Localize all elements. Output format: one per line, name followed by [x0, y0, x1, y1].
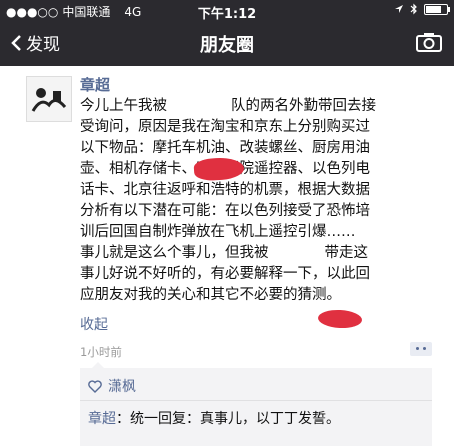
divider — [80, 400, 432, 401]
content-line: 话卡、北京往返呼和浩特的机票，根据大数据 — [80, 182, 370, 198]
battery-icon — [424, 3, 450, 15]
avatar[interactable] — [26, 76, 72, 122]
redaction-mark — [317, 308, 363, 330]
status-bar: ●●●○○ 中国联通 4G 下午1:12 — [0, 0, 454, 22]
location-icon — [395, 5, 403, 13]
camera-icon — [416, 33, 442, 52]
content-line: 事儿就是这么个事儿，但我被 带走这 — [80, 245, 368, 261]
page-title: 朋友圈 — [200, 35, 254, 56]
interaction-box: 潇枫 章超：统一回复：真事儿，以丁丁发誓。 — [80, 368, 432, 446]
avatar-image — [27, 77, 71, 121]
content-line: 受询问，原因是我在淘宝和京东上分别购买过 — [80, 119, 370, 135]
bluetooth-icon — [410, 3, 417, 15]
post-time: 1小时前 — [80, 345, 122, 359]
content-line: 以下物品：摩托车机油、改装螺丝、厨房用油 — [80, 140, 370, 156]
post-author[interactable]: 章超 — [80, 74, 110, 95]
content-line: 应朋友对我的关心和其它不必要的猜测。 — [80, 287, 341, 303]
post-content: 今儿上午我被 队的两名外勤带回去接 受询问，原因是我在淘宝和京东上分别购买过 以下… — [80, 96, 432, 306]
content-line: 今儿上午我被 队的两名外勤带回去接 — [80, 98, 376, 114]
comment-text: 统一回复：真事儿，以丁丁发誓。 — [130, 411, 340, 427]
camera-button[interactable] — [416, 32, 442, 56]
collapse-link[interactable]: 收起 — [80, 314, 108, 334]
content-line: 事儿好说不好听的，有必要解释一下，以此回 — [80, 266, 370, 282]
dot-icon — [423, 347, 426, 350]
dot-icon — [416, 347, 419, 350]
comment-author[interactable]: 章超 — [88, 411, 116, 427]
content-line: 壶、相机存储卡、家庭影院遥控器、以色列电 — [80, 159, 432, 180]
status-icons — [394, 3, 450, 15]
comment-separator: ： — [116, 411, 130, 427]
content-line: 分析有以下潜在可能：在以色列接受了恐怖培 — [80, 203, 370, 219]
like-names[interactable]: 潇枫 — [108, 376, 136, 396]
comment-item[interactable]: 章超：统一回复：真事儿，以丁丁发誓。 — [88, 408, 340, 428]
moment-post: 章超 今儿上午我被 队的两名外勤带回去接 受询问，原因是我在淘宝和京东上分别购买过… — [0, 66, 454, 446]
nav-bar: 发现 朋友圈 — [0, 20, 454, 66]
heart-icon — [88, 379, 102, 393]
content-line: 训后回国自制炸弹放在飞机上遥控引爆…… — [80, 224, 356, 240]
comment-menu-button[interactable] — [410, 342, 432, 356]
likes-row: 潇枫 — [88, 376, 136, 396]
